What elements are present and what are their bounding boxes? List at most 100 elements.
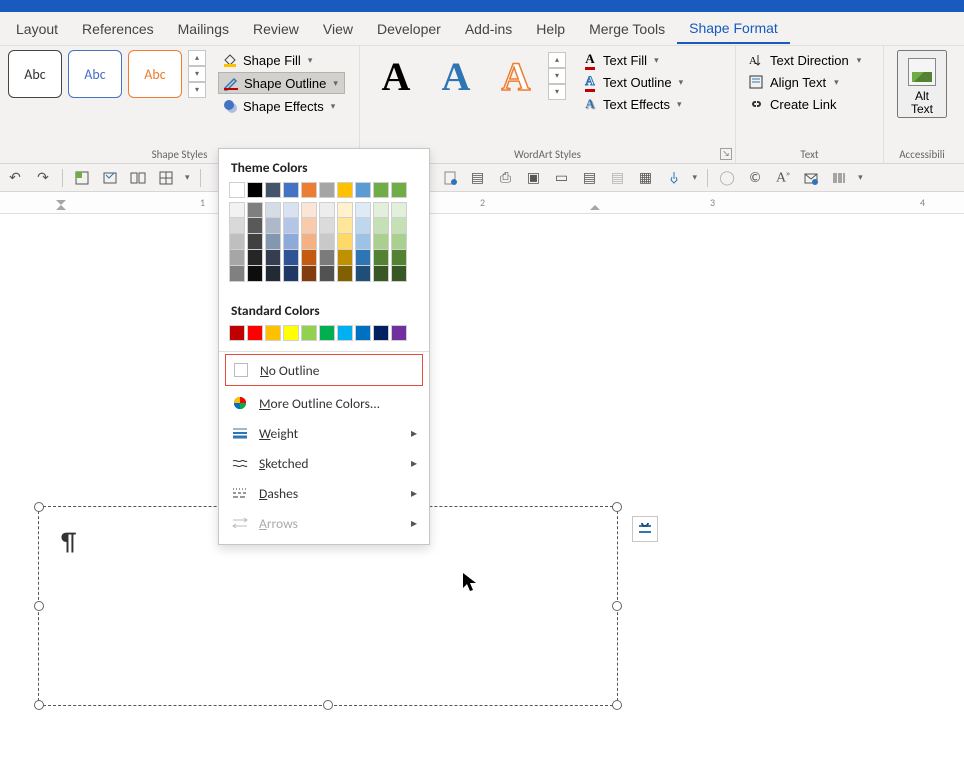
text-effects-button[interactable]: A Text Effects ▾ [578, 94, 689, 114]
alt-text-button[interactable]: AltText [897, 50, 947, 118]
color-swatch[interactable] [229, 182, 245, 198]
tab-addins[interactable]: Add-ins [453, 15, 524, 43]
create-link-button[interactable]: Create Link [744, 94, 865, 114]
qat-touch-icon[interactable] [665, 169, 683, 187]
color-swatch[interactable] [337, 234, 353, 250]
color-swatch[interactable] [355, 218, 371, 234]
qat-icon-1[interactable] [73, 169, 91, 187]
color-swatch[interactable] [373, 250, 389, 266]
document-canvas[interactable]: ¶ [0, 214, 964, 774]
shape-style-thumb-3[interactable]: Abc [128, 50, 182, 98]
tab-review[interactable]: Review [241, 15, 311, 43]
color-swatch[interactable] [373, 234, 389, 250]
color-swatch[interactable] [319, 182, 335, 198]
color-swatch[interactable] [247, 234, 263, 250]
color-swatch[interactable] [319, 234, 335, 250]
color-swatch[interactable] [355, 202, 371, 218]
qat-print-icon[interactable]: ⎙ [497, 169, 515, 187]
qat-readaloud-icon[interactable]: A» [774, 169, 792, 187]
qat-circle-icon[interactable]: ◯ [718, 169, 736, 187]
color-swatch[interactable] [229, 202, 245, 218]
resize-handle[interactable] [34, 601, 44, 611]
undo-icon[interactable]: ↶ [6, 169, 24, 187]
qat-barcode-icon[interactable] [830, 169, 848, 187]
shape-fill-button[interactable]: Shape Fill ▾ [218, 50, 345, 70]
color-swatch[interactable] [301, 218, 317, 234]
color-swatch[interactable] [355, 234, 371, 250]
shape-outline-button[interactable]: Shape Outline ▾ [218, 72, 345, 94]
tab-shape-format[interactable]: Shape Format [677, 14, 790, 44]
color-swatch[interactable] [265, 202, 281, 218]
qat-generic-icon[interactable]: ▣ [525, 169, 543, 187]
color-swatch[interactable] [319, 325, 335, 341]
gallery-down-icon[interactable]: ▾ [188, 66, 206, 82]
color-swatch[interactable] [355, 182, 371, 198]
tab-references[interactable]: References [70, 15, 166, 43]
text-fill-button[interactable]: A Text Fill ▾ [578, 50, 689, 70]
color-swatch[interactable] [391, 202, 407, 218]
resize-handle[interactable] [34, 502, 44, 512]
color-swatch[interactable] [301, 325, 317, 341]
color-swatch[interactable] [247, 182, 263, 198]
gallery-down-icon[interactable]: ▾ [548, 68, 566, 84]
gallery-up-icon[interactable]: ▴ [188, 50, 206, 66]
align-text-button[interactable]: Align Text ▾ [744, 72, 865, 92]
color-swatch[interactable] [373, 202, 389, 218]
color-swatch[interactable] [229, 218, 245, 234]
wordart-thumb-1[interactable]: A [368, 50, 424, 102]
resize-handle[interactable] [612, 700, 622, 710]
qat-icon-2[interactable] [101, 169, 119, 187]
weight-item[interactable]: Weight ▸ [219, 418, 429, 448]
color-swatch[interactable] [283, 182, 299, 198]
tab-developer[interactable]: Developer [365, 15, 453, 43]
color-swatch[interactable] [337, 218, 353, 234]
color-swatch[interactable] [337, 182, 353, 198]
color-swatch[interactable] [229, 234, 245, 250]
tab-mergetools[interactable]: Merge Tools [577, 15, 677, 43]
qat-doc-icon[interactable] [441, 169, 459, 187]
gallery-more-icon[interactable]: ▾ [188, 82, 206, 98]
color-swatch[interactable] [283, 250, 299, 266]
color-swatch[interactable] [265, 234, 281, 250]
color-swatch[interactable] [229, 250, 245, 266]
text-direction-button[interactable]: A Text Direction ▾ [744, 50, 865, 70]
color-swatch[interactable] [229, 266, 245, 282]
wordart-launcher[interactable]: ↘ [720, 148, 732, 160]
qat-table-icon[interactable] [157, 169, 175, 187]
color-swatch[interactable] [319, 218, 335, 234]
tab-mailings[interactable]: Mailings [166, 15, 241, 43]
color-swatch[interactable] [373, 182, 389, 198]
qat-generic-icon[interactable]: ▤ [581, 169, 599, 187]
color-swatch[interactable] [355, 266, 371, 282]
shape-style-thumb-1[interactable]: Abc [8, 50, 62, 98]
color-swatch[interactable] [391, 218, 407, 234]
color-swatch[interactable] [247, 250, 263, 266]
color-swatch[interactable] [265, 218, 281, 234]
no-outline-item[interactable]: No Outline [225, 354, 423, 386]
color-swatch[interactable] [283, 202, 299, 218]
color-swatch[interactable] [265, 325, 281, 341]
color-swatch[interactable] [319, 202, 335, 218]
color-swatch[interactable] [391, 325, 407, 341]
tab-view[interactable]: View [311, 15, 365, 43]
qat-generic-icon[interactable]: ▭ [553, 169, 571, 187]
color-swatch[interactable] [265, 250, 281, 266]
color-swatch[interactable] [319, 266, 335, 282]
qat-generic-icon[interactable]: ▤ [609, 169, 627, 187]
color-swatch[interactable] [391, 234, 407, 250]
color-swatch[interactable] [247, 202, 263, 218]
color-swatch[interactable] [247, 218, 263, 234]
color-swatch[interactable] [391, 266, 407, 282]
horizontal-ruler[interactable]: 1 2 3 4 [0, 192, 964, 214]
dashes-item[interactable]: Dashes ▸ [219, 478, 429, 508]
color-swatch[interactable] [319, 250, 335, 266]
color-swatch[interactable] [337, 325, 353, 341]
color-swatch[interactable] [391, 182, 407, 198]
resize-handle[interactable] [34, 700, 44, 710]
color-swatch[interactable] [265, 266, 281, 282]
qat-copyright-icon[interactable]: © [746, 169, 764, 187]
color-swatch[interactable] [373, 266, 389, 282]
qat-mail-icon[interactable] [802, 169, 820, 187]
color-swatch[interactable] [283, 325, 299, 341]
color-swatch[interactable] [373, 325, 389, 341]
